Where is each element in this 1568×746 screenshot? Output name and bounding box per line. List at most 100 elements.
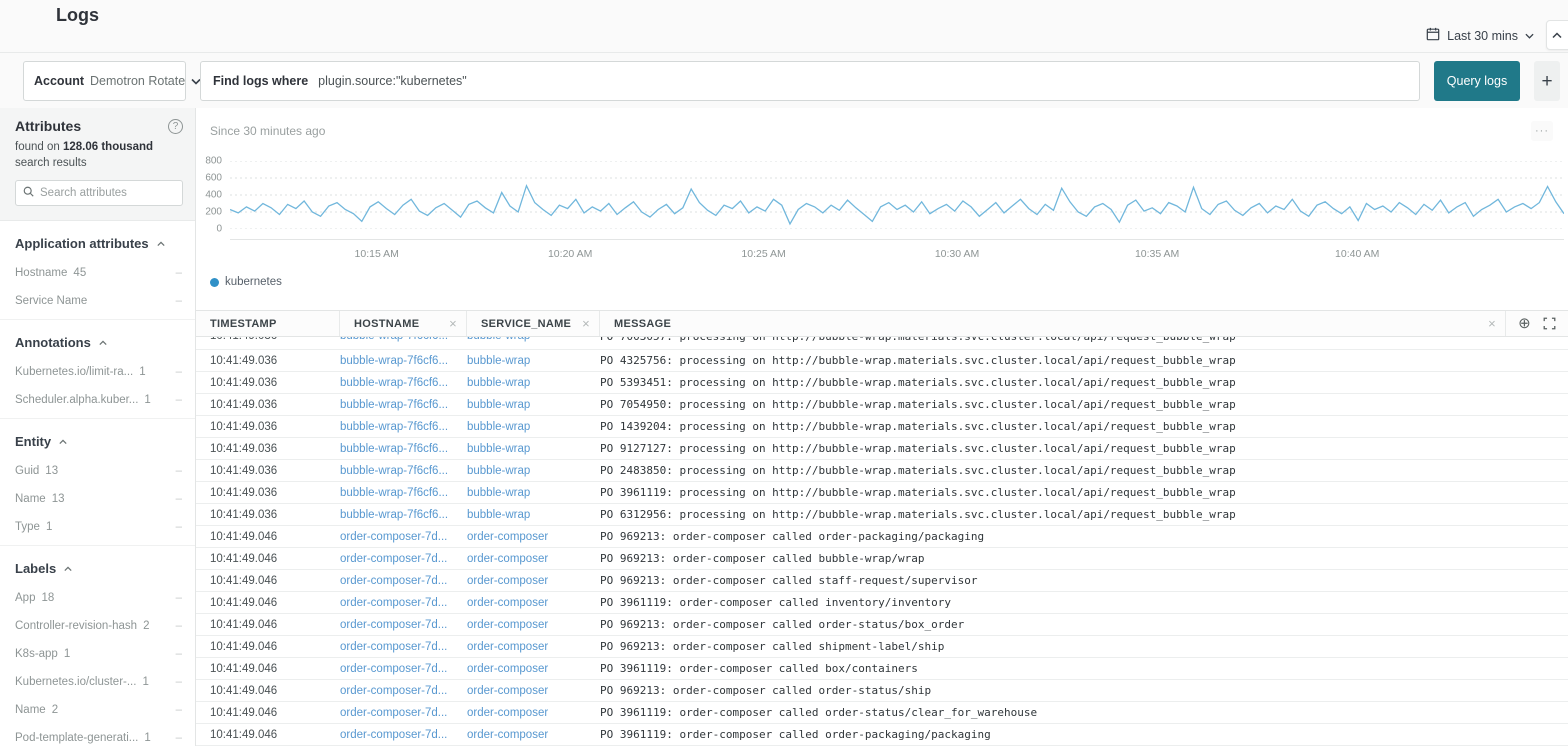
- attribute-item[interactable]: Scheduler.alpha.kuber... 1 –: [0, 386, 195, 414]
- cell-hostname-link[interactable]: order-composer-7d...: [340, 729, 467, 741]
- column-header-message[interactable]: MESSAGE ×: [600, 311, 1506, 336]
- attribute-item[interactable]: Service Name –: [0, 287, 195, 315]
- cell-service-name-link[interactable]: bubble-wrap: [467, 355, 600, 367]
- cell-hostname-link[interactable]: bubble-wrap-7f6cf6...: [340, 355, 467, 367]
- log-query-input[interactable]: Find logs where plugin.source:"kubernete…: [200, 61, 1420, 101]
- expand-table-icon[interactable]: [1543, 317, 1556, 330]
- cell-service-name-link[interactable]: order-composer: [467, 729, 600, 741]
- log-volume-chart[interactable]: [230, 161, 1564, 229]
- table-row[interactable]: 10:41:49.036 bubble-wrap-7f6cf6... bubbl…: [196, 504, 1568, 526]
- table-row[interactable]: 10:41:49.046 order-composer-7d... order-…: [196, 658, 1568, 680]
- table-row[interactable]: 10:41:49.046 order-composer-7d... order-…: [196, 636, 1568, 658]
- cell-service-name-link[interactable]: bubble-wrap: [467, 487, 600, 499]
- cell-hostname-link[interactable]: bubble-wrap-7f6cf6...: [340, 399, 467, 411]
- cell-hostname-link[interactable]: bubble-wrap-7f6cf6...: [340, 421, 467, 433]
- cell-service-name-link[interactable]: order-composer: [467, 553, 600, 565]
- attribute-section-header[interactable]: Labels: [0, 552, 195, 584]
- attribute-section-header[interactable]: Application attributes: [0, 227, 195, 259]
- add-column-icon[interactable]: ⊕: [1518, 316, 1531, 331]
- cell-hostname-link[interactable]: bubble-wrap-7f6cf6...: [340, 337, 467, 342]
- cell-hostname-link[interactable]: order-composer-7d...: [340, 707, 467, 719]
- cell-service-name-link[interactable]: order-composer: [467, 663, 600, 675]
- attribute-item[interactable]: Pod-template-generati... 1 –: [0, 724, 195, 746]
- cell-hostname-link[interactable]: order-composer-7d...: [340, 663, 467, 675]
- remove-column-icon[interactable]: ×: [582, 316, 590, 331]
- cell-hostname-link[interactable]: bubble-wrap-7f6cf6...: [340, 377, 467, 389]
- help-icon[interactable]: ?: [168, 118, 183, 134]
- chart-svg: [230, 161, 1564, 229]
- remove-column-icon[interactable]: ×: [1488, 316, 1496, 331]
- cell-hostname-link[interactable]: bubble-wrap-7f6cf6...: [340, 443, 467, 455]
- attribute-section-header[interactable]: Annotations: [0, 326, 195, 358]
- attribute-item[interactable]: Guid 13 –: [0, 457, 195, 485]
- cell-service-name-link[interactable]: bubble-wrap: [467, 465, 600, 477]
- cell-service-name-link[interactable]: bubble-wrap: [467, 337, 600, 342]
- x-tick-label: 10:40 AM: [1335, 248, 1380, 260]
- chart-options-button[interactable]: ···: [1531, 121, 1553, 141]
- table-row[interactable]: 10:41:49.046 order-composer-7d... order-…: [196, 570, 1568, 592]
- cell-service-name-link[interactable]: order-composer: [467, 531, 600, 543]
- cell-hostname-link[interactable]: order-composer-7d...: [340, 553, 467, 565]
- search-attributes-input[interactable]: [40, 187, 175, 200]
- time-range-picker[interactable]: Last 30 mins: [1426, 27, 1534, 44]
- table-row[interactable]: 10:41:49.046 order-composer-7d... order-…: [196, 724, 1568, 746]
- cell-hostname-link[interactable]: order-composer-7d...: [340, 575, 467, 587]
- attribute-section-header[interactable]: Entity: [0, 425, 195, 457]
- cell-hostname-link[interactable]: bubble-wrap-7f6cf6...: [340, 487, 467, 499]
- cell-hostname-link[interactable]: bubble-wrap-7f6cf6...: [340, 509, 467, 521]
- collapse-panel-button[interactable]: [1546, 20, 1568, 50]
- table-row[interactable]: 10:41:49.046 order-composer-7d... order-…: [196, 702, 1568, 724]
- cell-service-name-link[interactable]: bubble-wrap: [467, 377, 600, 389]
- cell-service-name-link[interactable]: order-composer: [467, 707, 600, 719]
- cell-hostname-link[interactable]: order-composer-7d...: [340, 641, 467, 653]
- table-row[interactable]: 10:41:49.046 order-composer-7d... order-…: [196, 614, 1568, 636]
- column-header-service-name[interactable]: SERVICE_NAME ×: [467, 311, 600, 336]
- attribute-item[interactable]: Name 13 –: [0, 485, 195, 513]
- table-row[interactable]: 10:41:49.036 bubble-wrap-7f6cf6... bubbl…: [196, 438, 1568, 460]
- cell-service-name-link[interactable]: order-composer: [467, 685, 600, 697]
- remove-column-icon[interactable]: ×: [449, 316, 457, 331]
- query-logs-button[interactable]: Query logs: [1434, 61, 1520, 101]
- table-row[interactable]: 10:41:49.046 order-composer-7d... order-…: [196, 526, 1568, 548]
- table-row[interactable]: 10:41:49.036 bubble-wrap-7f6cf6... bubbl…: [196, 482, 1568, 504]
- table-row[interactable]: 10:41:49.046 order-composer-7d... order-…: [196, 592, 1568, 614]
- column-header-hostname[interactable]: HOSTNAME ×: [340, 311, 467, 336]
- table-row[interactable]: 10:41:49.036 bubble-wrap-7f6cf6... bubbl…: [196, 337, 1568, 350]
- attributes-search[interactable]: [15, 180, 183, 207]
- table-row[interactable]: 10:41:49.036 bubble-wrap-7f6cf6... bubbl…: [196, 460, 1568, 482]
- cell-service-name-link[interactable]: bubble-wrap: [467, 509, 600, 521]
- account-selector[interactable]: Account Demotron Rotate: [23, 61, 201, 101]
- cell-service-name-link[interactable]: bubble-wrap: [467, 443, 600, 455]
- find-logs-where-label: Find logs where: [213, 74, 309, 88]
- attribute-item[interactable]: Kubernetes.io/cluster-... 1 –: [0, 668, 195, 696]
- cell-hostname-link[interactable]: bubble-wrap-7f6cf6...: [340, 465, 467, 477]
- table-row[interactable]: 10:41:49.036 bubble-wrap-7f6cf6... bubbl…: [196, 372, 1568, 394]
- table-row[interactable]: 10:41:49.036 bubble-wrap-7f6cf6... bubbl…: [196, 350, 1568, 372]
- cell-service-name-link[interactable]: bubble-wrap: [467, 399, 600, 411]
- attribute-item[interactable]: Hostname 45 –: [0, 259, 195, 287]
- attribute-item[interactable]: Name 2 –: [0, 696, 195, 724]
- table-row[interactable]: 10:41:49.036 bubble-wrap-7f6cf6... bubbl…: [196, 394, 1568, 416]
- attribute-item[interactable]: Type 1 –: [0, 513, 195, 541]
- cell-hostname-link[interactable]: order-composer-7d...: [340, 597, 467, 609]
- table-row[interactable]: 10:41:49.046 order-composer-7d... order-…: [196, 680, 1568, 702]
- cell-service-name-link[interactable]: order-composer: [467, 641, 600, 653]
- attribute-item[interactable]: App 18 –: [0, 584, 195, 612]
- attribute-item[interactable]: Kubernetes.io/limit-ra... 1 –: [0, 358, 195, 386]
- attribute-item[interactable]: Controller-revision-hash 2 –: [0, 612, 195, 640]
- column-header-timestamp[interactable]: TIMESTAMP: [196, 311, 340, 336]
- cell-hostname-link[interactable]: order-composer-7d...: [340, 531, 467, 543]
- chart-legend[interactable]: kubernetes: [210, 276, 282, 288]
- cell-hostname-link[interactable]: order-composer-7d...: [340, 685, 467, 697]
- table-row[interactable]: 10:41:49.036 bubble-wrap-7f6cf6... bubbl…: [196, 416, 1568, 438]
- cell-service-name-link[interactable]: order-composer: [467, 619, 600, 631]
- attribute-item[interactable]: K8s-app 1 –: [0, 640, 195, 668]
- add-query-button[interactable]: +: [1534, 61, 1560, 101]
- attribute-item-count: 2: [143, 620, 150, 633]
- cell-service-name-link[interactable]: bubble-wrap: [467, 421, 600, 433]
- cell-service-name-link[interactable]: order-composer: [467, 597, 600, 609]
- y-tick-label: 200: [205, 206, 222, 218]
- cell-service-name-link[interactable]: order-composer: [467, 575, 600, 587]
- cell-hostname-link[interactable]: order-composer-7d...: [340, 619, 467, 631]
- table-row[interactable]: 10:41:49.046 order-composer-7d... order-…: [196, 548, 1568, 570]
